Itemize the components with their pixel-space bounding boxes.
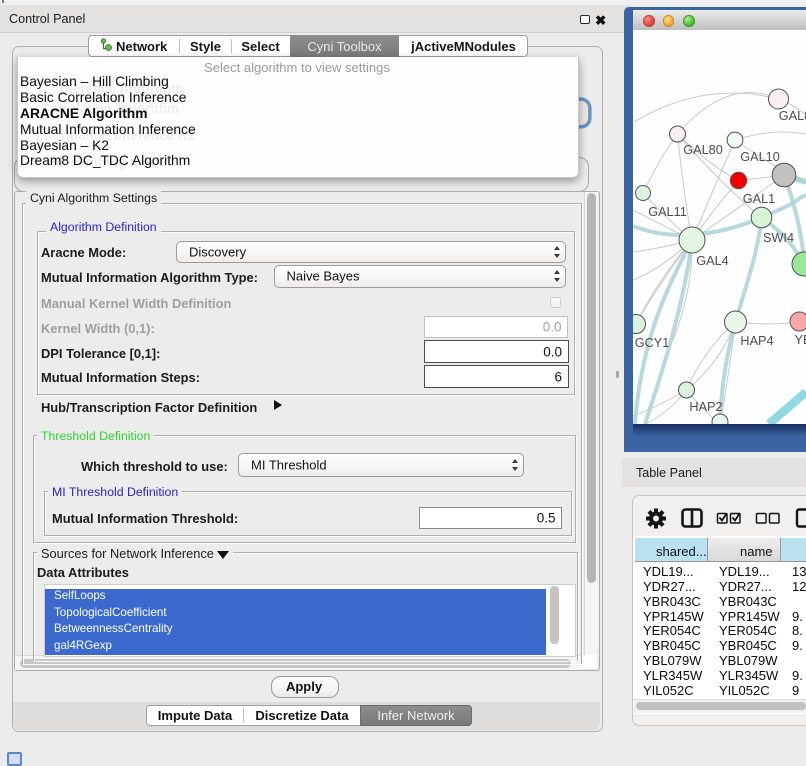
svg-text:YE: YE bbox=[795, 333, 806, 347]
svg-text:GCY1: GCY1 bbox=[635, 336, 670, 350]
svg-text:HAP4: HAP4 bbox=[740, 334, 773, 348]
svg-text:HAP2: HAP2 bbox=[689, 400, 722, 414]
svg-text:GAL11: GAL11 bbox=[648, 205, 687, 219]
svg-text:GAL4: GAL4 bbox=[696, 254, 728, 268]
svg-text:GAL1: GAL1 bbox=[743, 192, 775, 206]
svg-text:GAL8: GAL8 bbox=[779, 109, 806, 123]
svg-text:GAL80: GAL80 bbox=[683, 143, 723, 157]
svg-text:SWI4: SWI4 bbox=[763, 231, 794, 245]
svg-text:GAL10: GAL10 bbox=[740, 150, 780, 164]
